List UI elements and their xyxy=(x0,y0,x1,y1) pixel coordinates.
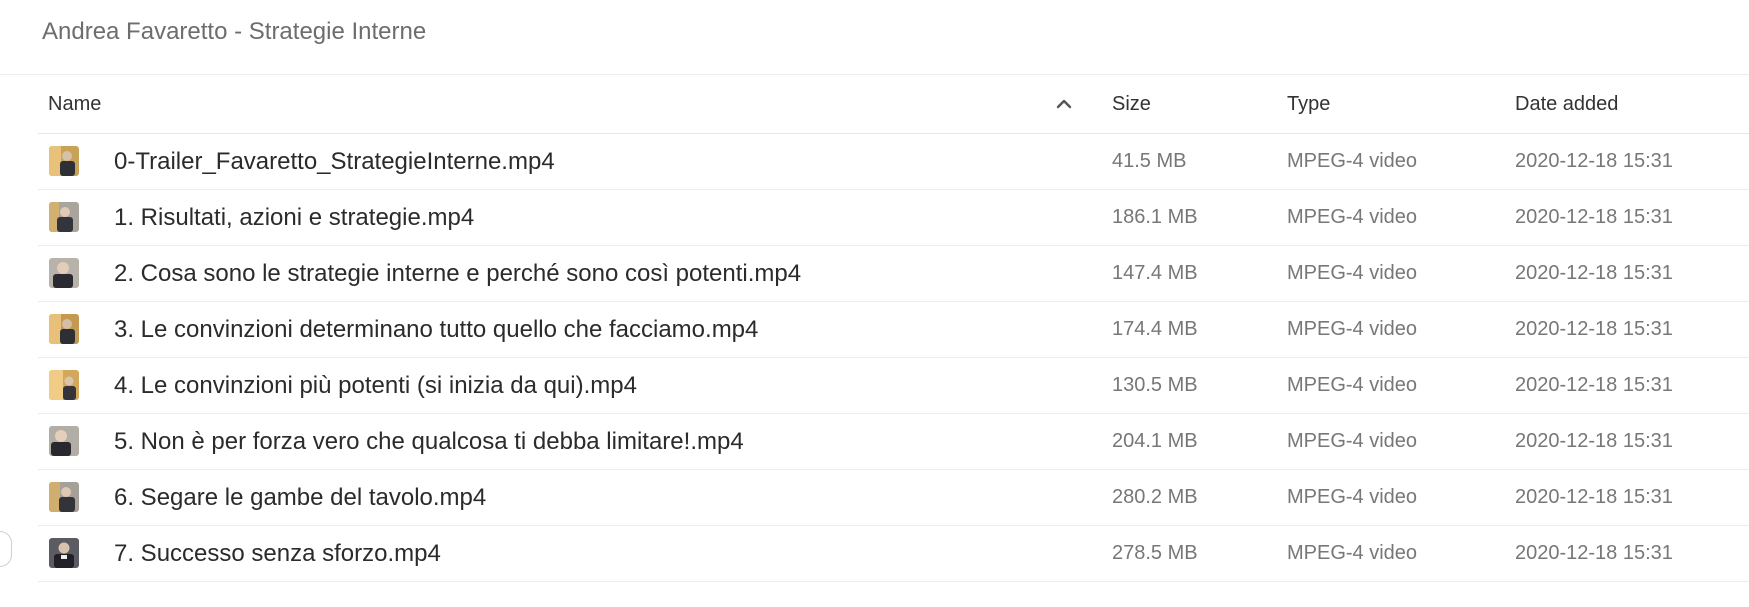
file-date-added: 2020-12-18 15:31 xyxy=(1515,374,1673,396)
file-type: MPEG-4 video xyxy=(1287,150,1418,172)
file-name: 4. Le convinzioni più potenti (si inizia… xyxy=(114,372,637,399)
video-thumbnail-icon xyxy=(49,146,79,176)
file-row[interactable]: 1. Risultati, azioni e strategie.mp4 186… xyxy=(38,190,1749,246)
column-header-type[interactable]: Type xyxy=(1287,75,1330,133)
video-thumbnail-icon xyxy=(49,426,79,456)
file-size: 174.4 MB xyxy=(1112,318,1198,340)
file-name: 7. Successo senza sforzo.mp4 xyxy=(114,540,441,567)
file-date-added: 2020-12-18 15:31 xyxy=(1515,486,1673,508)
file-date-added: 2020-12-18 15:31 xyxy=(1515,262,1673,284)
column-header-size[interactable]: Size xyxy=(1112,75,1151,133)
file-type: MPEG-4 video xyxy=(1287,374,1418,396)
video-thumbnail-icon xyxy=(49,538,79,568)
file-size: 41.5 MB xyxy=(1112,150,1187,172)
file-size: 147.4 MB xyxy=(1112,262,1198,284)
file-browser: Andrea Favaretto - Strategie Interne Nam… xyxy=(0,0,1749,607)
file-size: 130.5 MB xyxy=(1112,374,1198,396)
file-type: MPEG-4 video xyxy=(1287,430,1418,452)
file-date-added: 2020-12-18 15:31 xyxy=(1515,150,1673,172)
file-size: 186.1 MB xyxy=(1112,206,1198,228)
file-row[interactable]: 2. Cosa sono le strategie interne e perc… xyxy=(38,246,1749,302)
video-thumbnail-icon xyxy=(49,370,79,400)
table-header: Name Size Type Date added xyxy=(38,75,1749,134)
file-name: 0-Trailer_Favaretto_StrategieInterne.mp4 xyxy=(114,148,555,175)
file-date-added: 2020-12-18 15:31 xyxy=(1515,206,1673,228)
file-name: 6. Segare le gambe del tavolo.mp4 xyxy=(114,484,487,511)
file-name: 3. Le convinzioni determinano tutto quel… xyxy=(114,316,759,343)
column-header-name[interactable]: Name xyxy=(48,75,101,133)
video-thumbnail-icon xyxy=(49,258,79,288)
side-panel-handle[interactable] xyxy=(0,531,12,567)
file-row[interactable]: 6. Segare le gambe del tavolo.mp4 280.2 … xyxy=(38,470,1749,526)
chevron-up-icon[interactable] xyxy=(1052,92,1076,116)
file-name: 5. Non è per forza vero che qualcosa ti … xyxy=(114,428,744,455)
file-date-added: 2020-12-18 15:31 xyxy=(1515,430,1673,452)
file-date-added: 2020-12-18 15:31 xyxy=(1515,318,1673,340)
file-type: MPEG-4 video xyxy=(1287,206,1418,228)
video-thumbnail-icon xyxy=(49,482,79,512)
file-row[interactable]: 3. Le convinzioni determinano tutto quel… xyxy=(38,302,1749,358)
video-thumbnail-icon xyxy=(49,202,79,232)
file-size: 278.5 MB xyxy=(1112,542,1198,564)
file-table: Name Size Type Date added 0-Trailer_Fava… xyxy=(38,75,1749,582)
file-type: MPEG-4 video xyxy=(1287,262,1418,284)
file-type: MPEG-4 video xyxy=(1287,486,1418,508)
video-thumbnail-icon xyxy=(49,314,79,344)
file-row[interactable]: 4. Le convinzioni più potenti (si inizia… xyxy=(38,358,1749,414)
file-size: 204.1 MB xyxy=(1112,430,1198,452)
file-name: 2. Cosa sono le strategie interne e perc… xyxy=(114,260,802,287)
file-row[interactable]: 0-Trailer_Favaretto_StrategieInterne.mp4… xyxy=(38,134,1749,190)
file-size: 280.2 MB xyxy=(1112,486,1198,508)
file-date-added: 2020-12-18 15:31 xyxy=(1515,542,1673,564)
folder-title: Andrea Favaretto - Strategie Interne xyxy=(42,18,427,45)
file-row[interactable]: 7. Successo senza sforzo.mp4 278.5 MB MP… xyxy=(38,526,1749,582)
file-type: MPEG-4 video xyxy=(1287,318,1418,340)
column-header-date[interactable]: Date added xyxy=(1515,75,1618,133)
file-type: MPEG-4 video xyxy=(1287,542,1418,564)
file-row[interactable]: 5. Non è per forza vero che qualcosa ti … xyxy=(38,414,1749,470)
file-name: 1. Risultati, azioni e strategie.mp4 xyxy=(114,204,475,231)
